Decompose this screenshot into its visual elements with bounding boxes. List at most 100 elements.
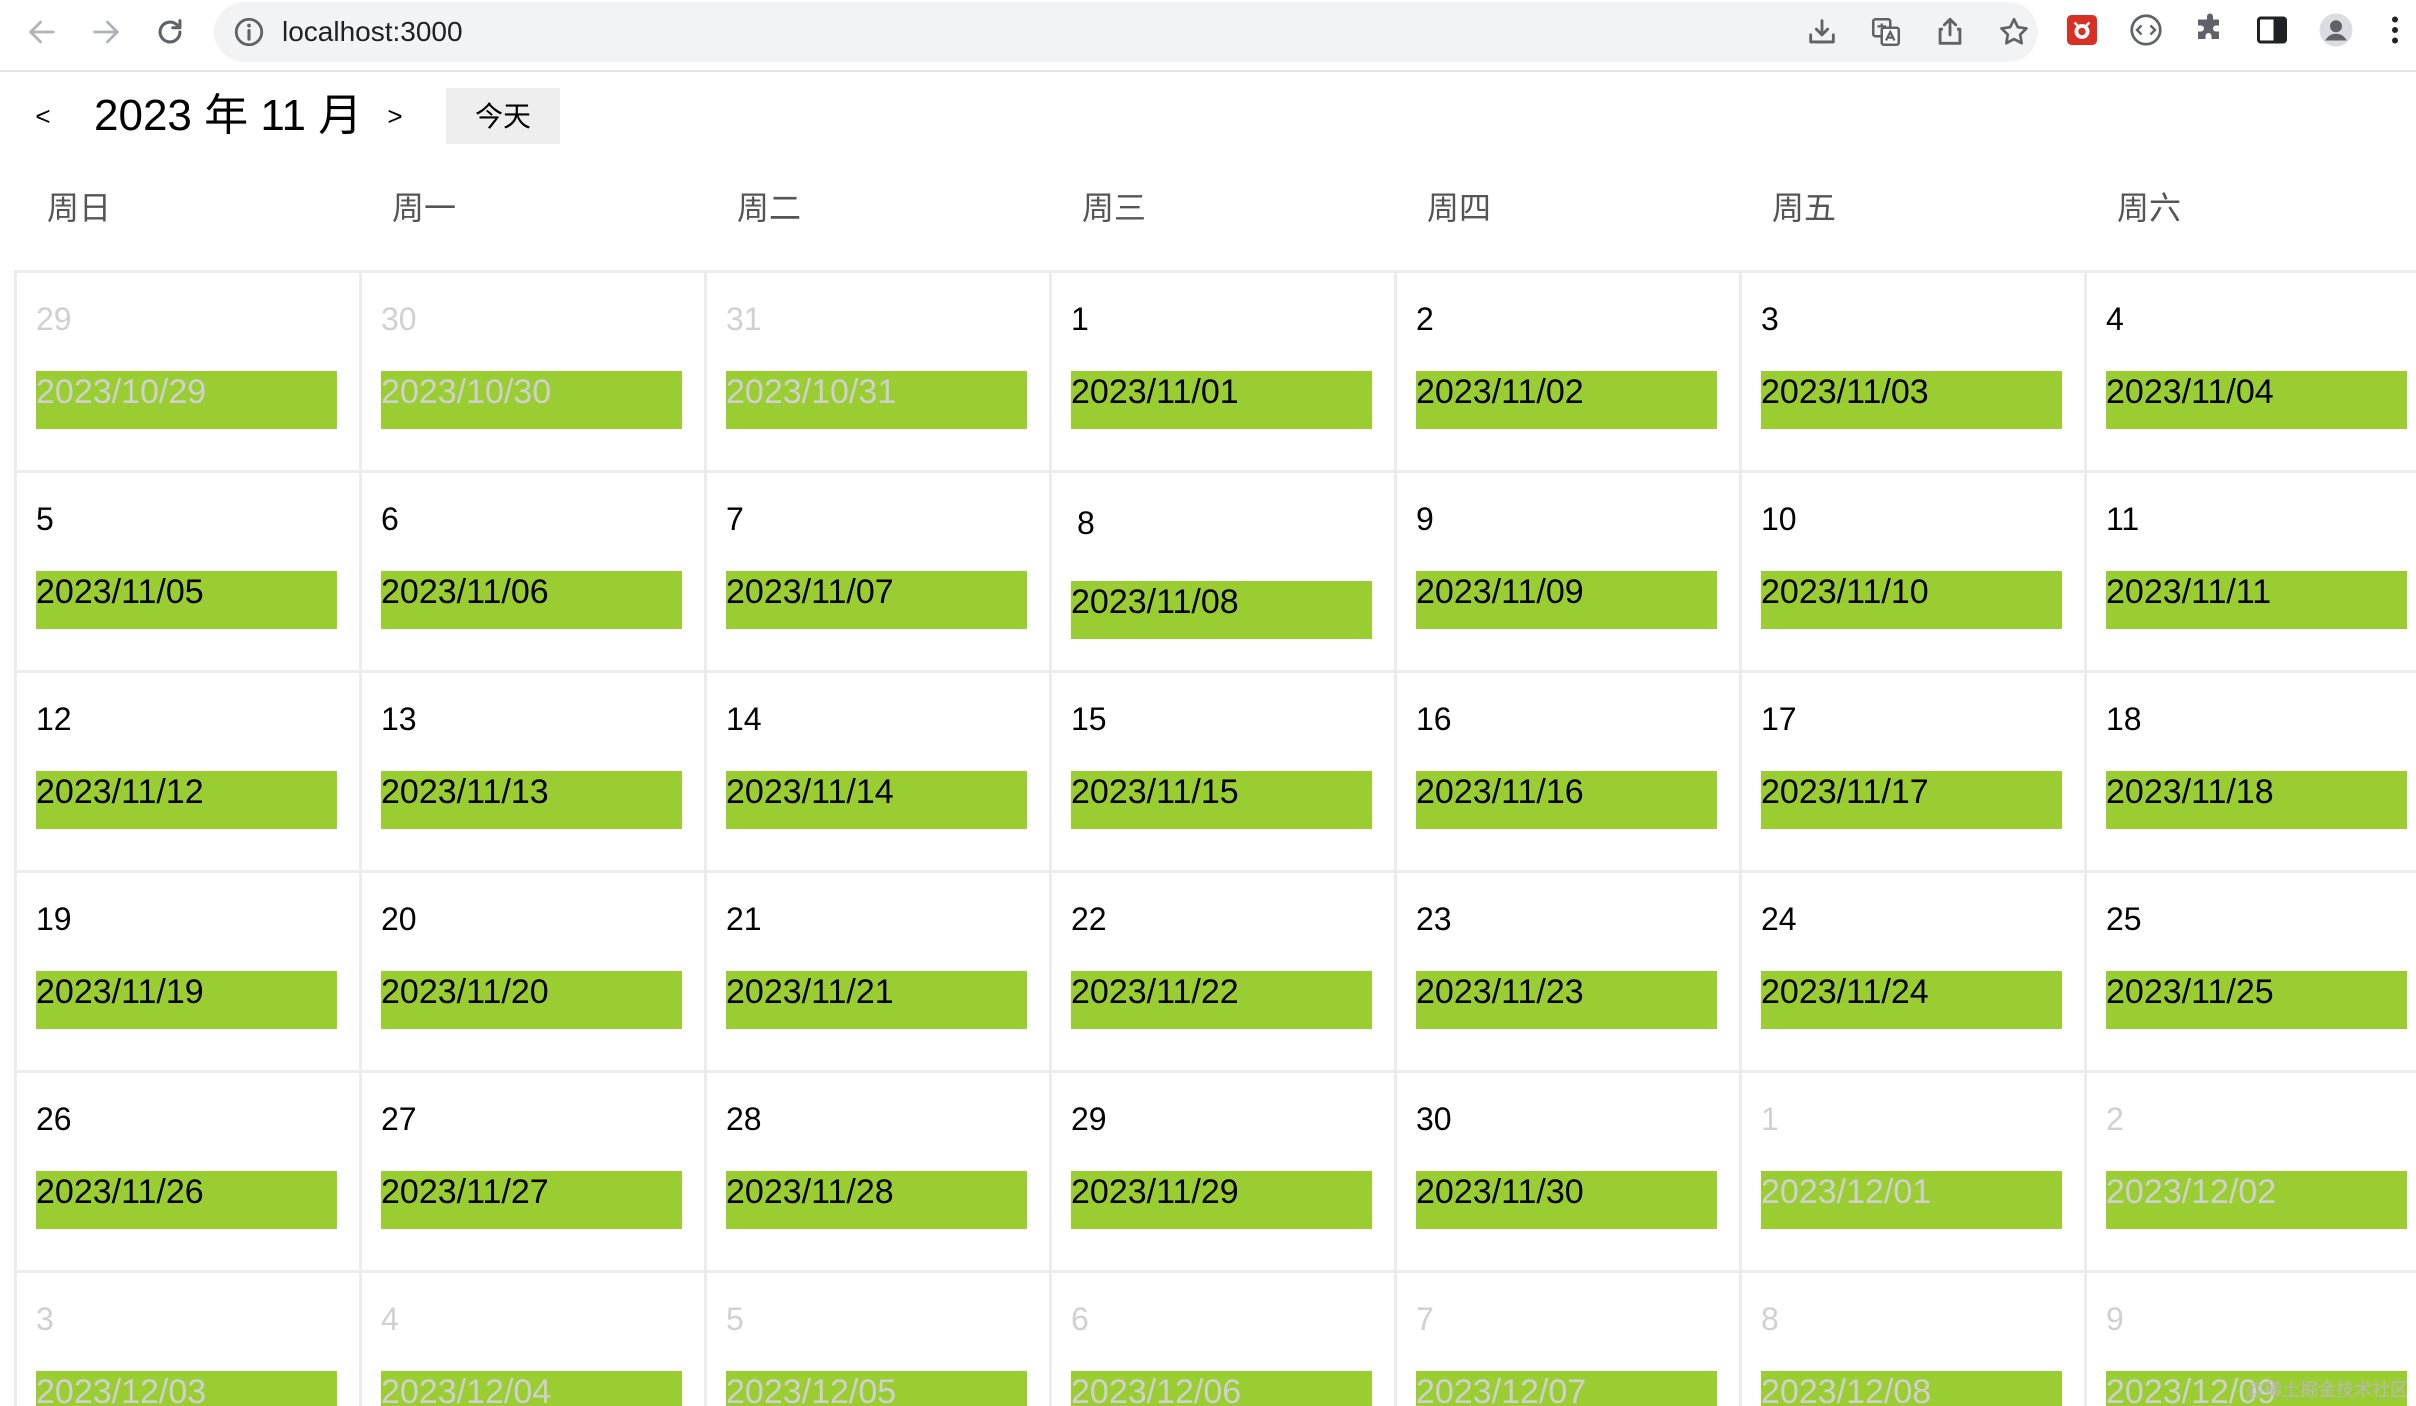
day-number: 17 — [1761, 701, 1797, 737]
day-cell[interactable]: 27 2023/11/27 — [359, 1070, 704, 1270]
day-date-label: 2023/12/04 — [381, 1371, 682, 1406]
day-number: 5 — [36, 501, 54, 537]
day-cell[interactable]: 7 2023/11/07 — [704, 470, 1049, 670]
calendar-header: < 2023 年 11 月 > 今天 — [0, 72, 2416, 162]
day-cell[interactable]: 2 2023/12/02 — [2084, 1070, 2416, 1270]
day-date-label: 2023/11/21 — [726, 971, 1027, 1029]
day-date-label: 2023/12/03 — [36, 1371, 337, 1406]
day-cell[interactable]: 1 2023/11/01 — [1049, 270, 1394, 470]
day-cell[interactable]: 14 2023/11/14 — [704, 670, 1049, 870]
profile-button[interactable] — [2316, 10, 2356, 50]
day-cell[interactable]: 18 2023/11/18 — [2084, 670, 2416, 870]
day-cell[interactable]: 15 2023/11/15 — [1049, 670, 1394, 870]
day-cell[interactable]: 4 2023/11/04 — [2084, 270, 2416, 470]
day-number: 27 — [381, 1101, 417, 1137]
day-number: 8 — [1077, 505, 1095, 541]
day-date-label: 2023/11/02 — [1416, 371, 1717, 429]
weekday-wed: 周三 — [1082, 190, 1147, 226]
day-cell[interactable]: 11 2023/11/11 — [2084, 470, 2416, 670]
day-number: 9 — [1416, 501, 1434, 537]
code-extension[interactable] — [2126, 10, 2166, 50]
day-date-label: 2023/12/01 — [1761, 1171, 2062, 1229]
info-icon[interactable] — [232, 15, 266, 49]
day-cell[interactable]: 19 2023/11/19 — [14, 870, 359, 1070]
day-cell[interactable]: 3 2023/12/03 — [14, 1270, 359, 1406]
day-cell[interactable]: 1 2023/12/01 — [1739, 1070, 2084, 1270]
url-text[interactable]: localhost:3000 — [282, 14, 463, 50]
day-date-label: 2023/11/29 — [1071, 1171, 1372, 1229]
day-date-label: 2023/12/07 — [1416, 1371, 1717, 1406]
day-number: 16 — [1416, 701, 1452, 737]
day-cell[interactable]: 31 2023/10/31 — [704, 270, 1049, 470]
bookmark-button[interactable] — [1996, 14, 2032, 50]
puzzle-icon — [2198, 13, 2219, 39]
day-cell[interactable]: 9 2023/11/09 — [1394, 470, 1739, 670]
weekday-sat: 周六 — [2117, 190, 2182, 226]
day-cell[interactable]: 30 2023/11/30 — [1394, 1070, 1739, 1270]
day-date-label: 2023/11/12 — [36, 771, 337, 829]
day-cell[interactable]: 30 2023/10/30 — [359, 270, 704, 470]
day-cell[interactable]: 6 2023/12/06 — [1049, 1270, 1394, 1406]
day-cell[interactable]: 3 2023/11/03 — [1739, 270, 2084, 470]
day-date-label: 2023/12/02 — [2106, 1171, 2407, 1229]
install-app-button[interactable] — [1804, 14, 1840, 50]
day-cell[interactable]: 28 2023/11/28 — [704, 1070, 1049, 1270]
day-date-label: 2023/11/14 — [726, 771, 1027, 829]
day-number: 14 — [726, 701, 762, 737]
day-cell[interactable]: 6 2023/11/06 — [359, 470, 704, 670]
day-cell[interactable]: 10 2023/11/10 — [1739, 470, 2084, 670]
day-number: 3 — [36, 1301, 54, 1337]
day-cell[interactable]: 26 2023/11/26 — [14, 1070, 359, 1270]
day-cell[interactable]: 5 2023/12/05 — [704, 1270, 1049, 1406]
address-bar[interactable]: localhost:3000 — [214, 2, 2038, 62]
day-cell[interactable]: 22 2023/11/22 — [1049, 870, 1394, 1070]
today-button[interactable]: 今天 — [446, 88, 560, 144]
day-cell[interactable]: 8 2023/12/08 — [1739, 1270, 2084, 1406]
day-number: 30 — [1416, 1101, 1452, 1137]
day-cell[interactable]: 17 2023/11/17 — [1739, 670, 2084, 870]
day-cell[interactable]: 8 2023/11/08 — [1049, 470, 1394, 670]
forward-button[interactable] — [80, 6, 132, 58]
weekday-fri: 周五 — [1772, 190, 1837, 226]
day-cell[interactable]: 23 2023/11/23 — [1394, 870, 1739, 1070]
share-button[interactable] — [1932, 14, 1968, 50]
day-cell[interactable]: 29 2023/11/29 — [1049, 1070, 1394, 1270]
day-cell[interactable]: 4 2023/12/04 — [359, 1270, 704, 1406]
day-cell[interactable]: 24 2023/11/24 — [1739, 870, 2084, 1070]
day-number: 2 — [2106, 1101, 2124, 1137]
menu-button[interactable] — [2380, 10, 2410, 50]
extensions-button[interactable] — [2190, 10, 2230, 50]
day-cell[interactable]: 2 2023/11/02 — [1394, 270, 1739, 470]
day-cell[interactable]: 12 2023/11/12 — [14, 670, 359, 870]
day-number: 8 — [1761, 1301, 1779, 1337]
reload-button[interactable] — [144, 6, 196, 58]
day-number: 29 — [1071, 1101, 1107, 1137]
react-devtools-extension[interactable] — [2062, 10, 2102, 50]
day-number: 6 — [1071, 1301, 1089, 1337]
day-cell[interactable]: 5 2023/11/05 — [14, 470, 359, 670]
day-cell[interactable]: 29 2023/10/29 — [14, 270, 359, 470]
back-button[interactable] — [16, 6, 68, 58]
day-cell[interactable]: 20 2023/11/20 — [359, 870, 704, 1070]
avatar-icon — [2319, 13, 2353, 47]
prev-month-button[interactable]: < — [28, 98, 58, 134]
day-cell[interactable]: 21 2023/11/21 — [704, 870, 1049, 1070]
side-panel-button[interactable] — [2252, 10, 2292, 50]
day-date-label: 2023/10/30 — [381, 371, 682, 429]
day-number: 7 — [726, 501, 744, 537]
translate-button[interactable] — [1868, 14, 1904, 50]
day-cell[interactable]: 16 2023/11/16 — [1394, 670, 1739, 870]
arrow-right-icon — [93, 20, 119, 44]
calendar-grid: 29 2023/10/29 30 2023/10/30 31 2023/10/31 1 202… — [14, 270, 2416, 1406]
day-cell[interactable]: 13 2023/11/13 — [359, 670, 704, 870]
day-number: 21 — [726, 901, 762, 937]
day-date-label: 2023/11/17 — [1761, 771, 2062, 829]
next-month-button[interactable]: > — [380, 98, 410, 134]
day-cell[interactable]: 7 2023/12/07 — [1394, 1270, 1739, 1406]
day-date-label: 2023/11/16 — [1416, 771, 1717, 829]
reload-icon — [158, 19, 182, 44]
day-number: 31 — [726, 301, 762, 337]
day-date-label: 2023/11/22 — [1071, 971, 1372, 1029]
day-cell[interactable]: 25 2023/11/25 — [2084, 870, 2416, 1070]
watermark: @稀土掘金技术社区 — [2245, 1380, 2408, 1400]
